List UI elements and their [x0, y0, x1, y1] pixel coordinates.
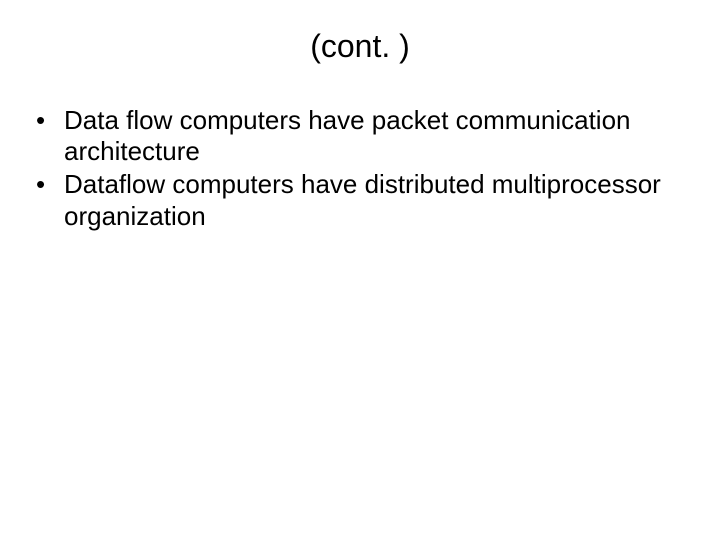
- slide-title: (cont. ): [0, 0, 720, 105]
- slide-content: Data flow computers have packet communic…: [0, 105, 720, 232]
- list-item: Data flow computers have packet communic…: [28, 105, 680, 167]
- list-item: Dataflow computers have distributed mult…: [28, 169, 680, 231]
- bullet-list: Data flow computers have packet communic…: [28, 105, 680, 232]
